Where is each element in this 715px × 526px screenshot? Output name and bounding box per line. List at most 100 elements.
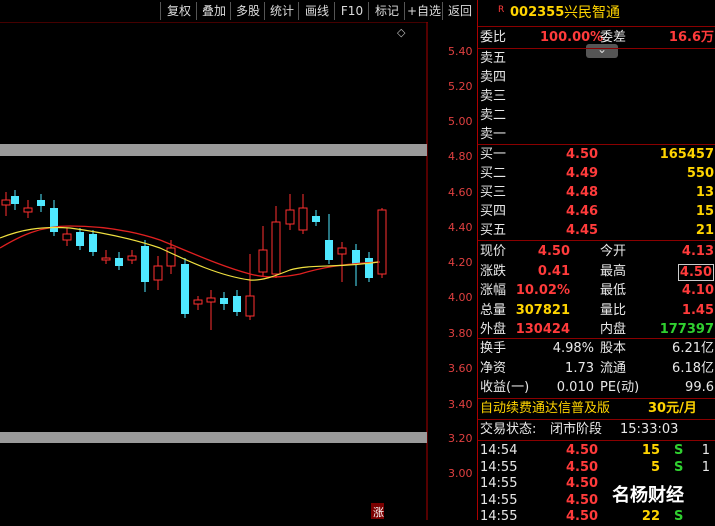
price-band-lower — [0, 432, 427, 443]
buy-level-row: 买五 4.45 21 — [478, 222, 715, 240]
stat-row: 收益(一) 0.010 PE(动) 99.6 — [478, 379, 715, 397]
tick-price: 4.50 — [566, 509, 599, 524]
price-tick-label: 4.40 — [448, 221, 473, 234]
candle-body — [325, 240, 333, 260]
tick-price: 4.50 — [566, 459, 599, 475]
candle-body — [141, 246, 149, 282]
price-tick-label: 4.20 — [448, 256, 473, 269]
stat-label: 净资 — [480, 360, 507, 376]
candle-body — [298, 207, 308, 231]
buy-level-price: 4.46 — [566, 204, 599, 219]
price-tick-label: 3.40 — [448, 398, 473, 411]
buy-level-row: 买三 4.48 13 — [478, 184, 715, 202]
price-band-upper — [0, 144, 427, 156]
tick-price: 4.50 — [566, 476, 599, 491]
stat-label: PE(动) — [600, 380, 640, 395]
quote-panel: R 002355 兴民智通 委比 100.00% 委差 16.6万 自动续费通达… — [477, 0, 715, 524]
tick-price: 4.50 — [566, 492, 599, 508]
weibi-value: 100.00% — [540, 30, 604, 45]
sell-level-row: 卖三 — [478, 88, 715, 106]
buy-level-label: 买三 — [480, 185, 507, 200]
stat-label: 收益(一) — [480, 380, 530, 395]
candle-body — [377, 209, 387, 275]
price-tick-label: 4.00 — [448, 291, 473, 304]
buy-level-volume: 550 — [686, 166, 714, 181]
stat-value: 1.73 — [565, 360, 594, 376]
promo-text[interactable]: 自动续费通达信普及版 — [480, 400, 610, 418]
buy-level-volume: 13 — [695, 185, 714, 200]
statistics-button[interactable]: 统计 — [264, 2, 299, 20]
tick-side: S — [674, 443, 684, 458]
sell-level-label: 卖四 — [480, 70, 507, 85]
buy-level-price: 4.48 — [566, 185, 599, 200]
tick-row: 14:55 4.50 22 S — [478, 508, 715, 526]
back-button[interactable]: 返回 — [442, 2, 477, 20]
f10-button[interactable]: F10 — [334, 2, 369, 20]
stat-value: 6.21亿 — [672, 341, 714, 356]
quote-row: 涨跌 0.41 最高 4.50 — [478, 263, 715, 281]
stat-value: 6.18亿 — [672, 360, 714, 376]
tick-volume: 22 — [641, 509, 660, 524]
stock-flag: R — [498, 5, 505, 15]
price-tick-label: 3.00 — [448, 467, 473, 480]
diamond-icon[interactable]: ◇ — [397, 26, 406, 39]
quote-value: 307821 — [515, 302, 570, 318]
multi-stock-button[interactable]: 多股 — [230, 2, 265, 20]
overlay-button[interactable]: 叠加 — [196, 2, 231, 20]
candle-body — [101, 257, 111, 261]
candle-body — [271, 221, 281, 275]
candlestick-chart[interactable]: ◇ 涨 — [0, 22, 428, 520]
weicha-value: 16.6万 — [668, 30, 714, 45]
quote-value: 1.45 — [681, 302, 714, 318]
stat-value: 4.98% — [552, 341, 594, 356]
price-tick-label: 5.40 — [448, 45, 473, 58]
add-watchlist-button[interactable]: +自选 — [404, 2, 443, 20]
candle-body — [153, 265, 163, 281]
quote-value: 4.50 — [537, 244, 570, 259]
tick-volume: 5 — [650, 459, 660, 475]
tick-time: 14:54 — [480, 443, 518, 458]
quote-label: 最高 — [600, 263, 627, 279]
candle-body — [245, 295, 255, 317]
tick-count: 1 — [701, 443, 710, 458]
buy-level-volume: 165457 — [659, 147, 714, 162]
candle-body — [62, 233, 72, 241]
weicha-label: 委差 — [600, 30, 627, 45]
candle-body — [352, 250, 360, 264]
draw-line-button[interactable]: 画线 — [298, 2, 335, 20]
buy-level-volume: 21 — [695, 223, 714, 238]
quote-label: 量比 — [600, 302, 627, 318]
quote-label: 总量 — [480, 302, 507, 318]
stat-value: 99.6 — [685, 380, 714, 395]
candle-body — [233, 296, 241, 312]
candle-body — [1, 199, 11, 206]
buy-level-price: 4.45 — [566, 223, 599, 238]
fuquan-button[interactable]: 复权 — [160, 2, 197, 20]
sell-level-row: 卖一 — [478, 126, 715, 144]
weibi-label: 委比 — [480, 30, 507, 45]
quote-label: 涨跌 — [480, 263, 507, 279]
sell-level-label: 卖二 — [480, 108, 507, 123]
candle-body — [206, 297, 216, 303]
stock-name: 兴民智通 — [564, 5, 620, 21]
status-label: 交易状态: — [480, 422, 537, 437]
tick-time: 14:55 — [480, 459, 518, 475]
mark-button[interactable]: 标记 — [368, 2, 405, 20]
candle-body — [285, 209, 295, 225]
candle-body — [11, 196, 19, 204]
promo-row[interactable]: 自动续费通达信普及版 30元/月 — [478, 400, 715, 418]
candles-group — [1, 190, 387, 330]
tick-price: 4.50 — [566, 443, 599, 458]
price-tick-label: 3.60 — [448, 362, 473, 375]
tick-time: 14:55 — [480, 492, 518, 508]
sell-level-row: 卖四 — [478, 69, 715, 87]
promo-price[interactable]: 30元/月 — [648, 400, 697, 418]
candle-body — [23, 207, 33, 213]
quote-label: 涨幅 — [480, 283, 507, 298]
candle-body — [76, 232, 84, 246]
price-tick-label: 3.80 — [448, 327, 473, 340]
quote-row: 外盘 130424 内盘 177397 — [478, 321, 715, 339]
sell-level-label: 卖五 — [480, 51, 507, 66]
candle-body — [50, 208, 58, 232]
tick-time: 14:55 — [480, 509, 518, 524]
